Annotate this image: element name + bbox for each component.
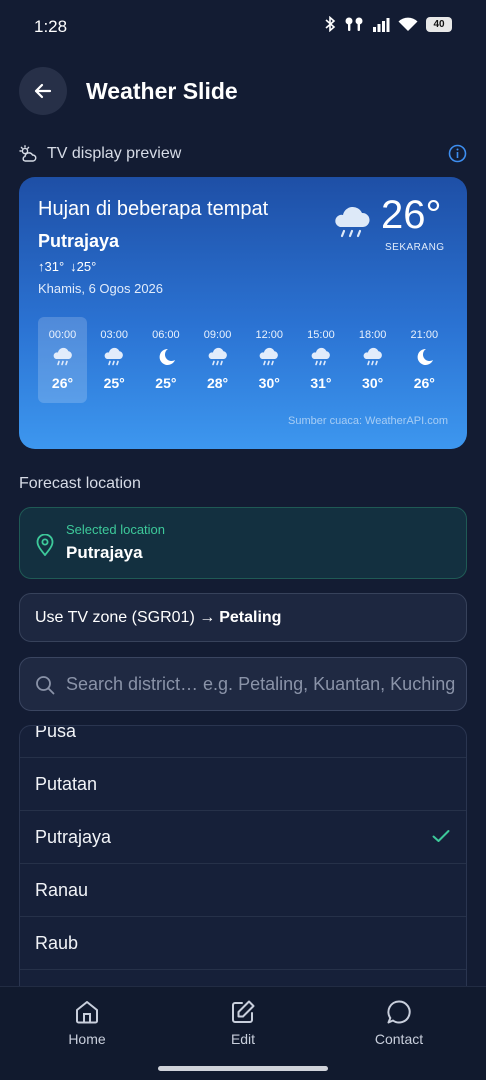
rain-cloud-icon [207, 347, 229, 372]
list-item-label: Ranau [35, 879, 89, 900]
hour-time: 15:00 [307, 329, 335, 341]
hour-slot: 09:00 28° [193, 317, 242, 403]
hour-slot: 00:00 26° [38, 317, 87, 403]
hour-time: 06:00 [152, 329, 180, 341]
hourly-forecast: 00:00 26° 03:00 25° 06:00 25° 09:00 28° … [38, 317, 452, 403]
list-item[interactable] [20, 970, 466, 986]
current-label: SEKARANG [385, 242, 445, 253]
rain-cloud-icon [362, 347, 384, 372]
nav-edit-label: Edit [230, 1031, 256, 1047]
partly-cloudy-icon [19, 145, 37, 162]
low-temp: ↓25° [70, 259, 97, 274]
hour-time: 00:00 [48, 329, 77, 341]
tv-zone-target: Petaling [219, 608, 282, 626]
status-bar: 1:28 40 [0, 0, 486, 52]
hour-time: 03:00 [100, 329, 128, 341]
checkmark-icon [432, 830, 450, 842]
high-low: ↑31° ↓25° [38, 259, 96, 274]
chat-bubble-icon [387, 1000, 411, 1024]
hour-slot: 18:00 30° [348, 317, 397, 403]
selected-location-value: Putrajaya [66, 543, 143, 562]
weather-preview-card: Hujan di beberapa tempat Putrajaya ↑31° … [19, 177, 467, 449]
list-item-label: Putatan [35, 773, 98, 794]
tv-zone-prefix: Use TV zone (SGR01) → [35, 608, 216, 626]
list-item-label: Raub [35, 932, 79, 953]
back-button[interactable] [19, 67, 67, 115]
use-tv-zone-button[interactable]: Use TV zone (SGR01) → Petaling [19, 593, 467, 642]
moon-icon [155, 347, 177, 372]
rain-cloud-icon [310, 347, 332, 372]
search-box[interactable] [19, 657, 467, 711]
preview-label: TV display preview [19, 145, 181, 163]
hour-slot: 15:00 31° [296, 317, 345, 403]
search-input[interactable] [66, 658, 461, 710]
edit-icon [232, 1000, 255, 1023]
rain-cloud-icon [103, 347, 125, 372]
hour-temp: 31° [310, 375, 332, 391]
weather-source: Sumber cuaca: WeatherAPI.com [288, 415, 448, 427]
rain-cloud-icon [52, 347, 74, 372]
info-icon[interactable] [448, 144, 467, 163]
nav-home[interactable]: Home [37, 999, 137, 1047]
list-item[interactable]: Putatan [20, 758, 466, 811]
status-icons: 40 [324, 16, 452, 32]
home-indicator [158, 1066, 328, 1071]
hour-temp: 25° [155, 375, 177, 391]
home-icon [76, 1001, 98, 1024]
status-time: 1:28 [34, 17, 68, 36]
hour-time: 12:00 [255, 329, 284, 341]
hour-temp: 26° [413, 375, 435, 391]
hour-temp: 26° [51, 375, 74, 391]
battery-icon: 40 [426, 16, 452, 32]
nav-edit[interactable]: Edit [193, 999, 293, 1047]
preview-date: Khamis, 6 Ogos 2026 [38, 281, 164, 296]
forecast-location-label: Forecast location [19, 475, 141, 492]
list-item-selected[interactable]: Putrajaya [20, 811, 466, 864]
hour-temp: 30° [258, 375, 280, 391]
district-list[interactable]: Pusa Putatan Putrajaya Ranau Raub [19, 725, 467, 986]
condition-text: Hujan di beberapa tempat [38, 198, 269, 220]
list-item-label: Pusa [35, 725, 77, 741]
hour-time: 18:00 [358, 329, 387, 341]
hour-slot: 03:00 25° [90, 317, 139, 403]
search-icon [36, 676, 55, 695]
earbuds-icon [345, 17, 363, 31]
list-item[interactable]: Raub [20, 917, 466, 970]
list-item[interactable]: Pusa [20, 725, 466, 758]
hour-slot: 12:00 30° [245, 317, 294, 403]
list-item[interactable]: Ranau [20, 864, 466, 917]
hour-time: 21:00 [410, 329, 439, 341]
rain-cloud-icon [335, 206, 370, 238]
bluetooth-icon [325, 16, 336, 32]
high-temp: ↑31° [38, 259, 65, 274]
hour-slot: 06:00 25° [141, 317, 190, 403]
nav-contact[interactable]: Contact [349, 999, 449, 1047]
nav-contact-label: Contact [374, 1031, 424, 1047]
location-pin-icon [36, 534, 54, 556]
hour-temp: 25° [103, 375, 125, 391]
wifi-icon [398, 17, 418, 31]
hour-temp: 30° [362, 375, 384, 391]
current-temp: 26° [381, 193, 442, 237]
preview-city: Putrajaya [38, 231, 120, 251]
selected-location-card: Selected location Putrajaya [19, 507, 467, 579]
preview-label-text: TV display preview [47, 145, 182, 162]
signal-icon [373, 17, 390, 32]
list-item-label: Putrajaya [35, 826, 112, 847]
arrow-left-icon [34, 83, 52, 99]
hour-time: 09:00 [203, 329, 232, 341]
hour-slot: 21:00 26° [400, 317, 449, 403]
moon-icon [413, 347, 435, 372]
hour-temp: 28° [206, 375, 229, 391]
rain-cloud-icon [258, 347, 280, 372]
selected-location-caption: Selected location [66, 522, 166, 537]
nav-home-label: Home [68, 1031, 106, 1047]
page-title: Weather Slide [86, 78, 238, 104]
